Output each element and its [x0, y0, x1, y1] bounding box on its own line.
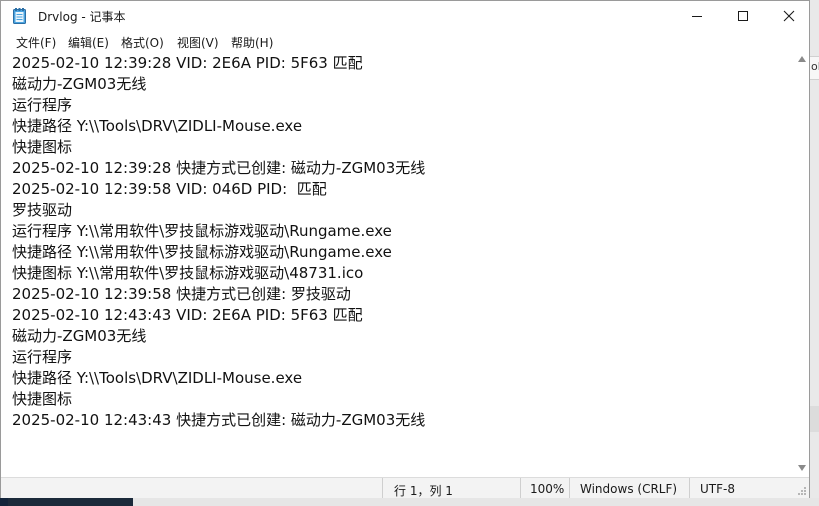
- text-line: 2025-02-10 12:39:58 VID: 046D PID: 匹配: [12, 180, 327, 198]
- window-title: Drvlog - 记事本: [38, 10, 126, 24]
- encoding: UTF-8: [700, 482, 735, 496]
- close-icon: [783, 10, 795, 22]
- minimize-button[interactable]: [674, 1, 720, 31]
- text-line: 快捷路径 Y:\\常用软件\罗技鼠标游戏驱动\Rungame.exe: [12, 243, 392, 261]
- text-line: 运行程序 Y:\\常用软件\罗技鼠标游戏驱动\Rungame.exe: [12, 222, 392, 240]
- text-line: 运行程序: [12, 348, 73, 366]
- menu-file[interactable]: 文件(F): [16, 34, 56, 51]
- text-editor[interactable]: 2025-02-10 12:39:28 VID: 2E6A PID: 5F63 …: [1, 51, 794, 477]
- status-divider: [569, 478, 570, 498]
- background-window-bottom: [133, 498, 819, 506]
- text-line: 罗技驱动: [12, 201, 73, 219]
- scroll-down-arrow-icon[interactable]: [798, 465, 806, 471]
- text-line: 快捷图标: [12, 390, 73, 408]
- close-button[interactable]: [766, 1, 812, 31]
- status-divider: [689, 478, 690, 498]
- menu-format[interactable]: 格式(O): [121, 34, 164, 51]
- status-bar: 行 1，列 1 100% Windows (CRLF) UTF-8: [1, 477, 809, 498]
- text-line: 2025-02-10 12:39:28 快捷方式已创建: 磁动力-ZGM03无线: [12, 159, 426, 177]
- menu-bar: 文件(F) 编辑(E) 格式(O) 视图(V) 帮助(H): [1, 31, 809, 51]
- title-bar[interactable]: Drvlog - 记事本: [1, 1, 809, 31]
- maximize-icon: [738, 11, 748, 21]
- vertical-scrollbar[interactable]: [794, 51, 809, 477]
- line-ending: Windows (CRLF): [580, 482, 678, 496]
- menu-edit[interactable]: 编辑(E): [68, 34, 109, 51]
- status-divider: [382, 478, 383, 498]
- maximize-button[interactable]: [720, 1, 766, 31]
- minimize-icon: [692, 16, 702, 17]
- text-line: 2025-02-10 12:39:58 快捷方式已创建: 罗技驱动: [12, 285, 351, 303]
- menu-view[interactable]: 视图(V): [177, 34, 219, 51]
- text-line: 磁动力-ZGM03无线: [12, 327, 147, 345]
- menu-help[interactable]: 帮助(H): [231, 34, 273, 51]
- text-line: 快捷路径 Y:\\Tools\DRV\ZIDLI-Mouse.exe: [12, 117, 303, 135]
- scroll-up-arrow-icon[interactable]: [798, 56, 806, 62]
- text-line: 运行程序: [12, 96, 73, 114]
- status-divider: [520, 478, 521, 498]
- text-line: 磁动力-ZGM03无线: [12, 75, 147, 93]
- notepad-icon: [13, 8, 26, 24]
- notepad-window: Drvlog - 记事本 文件(F) 编辑(E) 格式(O) 视图(V) 帮助(…: [0, 0, 810, 498]
- text-line: 2025-02-10 12:39:28 VID: 2E6A PID: 5F63 …: [12, 54, 363, 72]
- text-line: 快捷图标 Y:\\常用软件\罗技鼠标游戏驱动\48731.ico: [12, 264, 364, 282]
- resize-grip-icon[interactable]: [797, 486, 807, 496]
- text-line: 快捷路径 Y:\\Tools\DRV\ZIDLI-Mouse.exe: [12, 369, 303, 387]
- text-line: 快捷图标: [12, 138, 73, 156]
- background-partial-text: ol: [811, 60, 819, 73]
- text-line: 2025-02-10 12:43:43 VID: 2E6A PID: 5F63 …: [12, 306, 363, 324]
- zoom-level: 100%: [530, 482, 565, 496]
- text-line: 2025-02-10 12:43:43 快捷方式已创建: 磁动力-ZGM03无线: [12, 411, 426, 429]
- cursor-position: 行 1，列 1: [394, 484, 453, 498]
